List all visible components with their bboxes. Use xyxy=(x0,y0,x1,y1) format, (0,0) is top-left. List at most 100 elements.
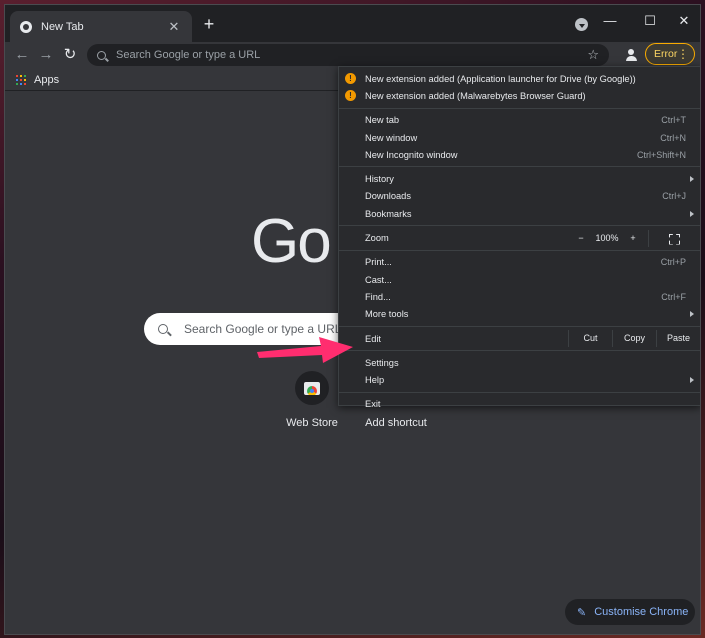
cut-button[interactable]: Cut xyxy=(568,330,612,347)
menu-divider xyxy=(339,225,700,227)
menu-item-label: New extension added (Application launche… xyxy=(365,73,636,84)
menu-item-bookmarks[interactable]: Bookmarks xyxy=(339,205,700,222)
paste-button[interactable]: Paste xyxy=(656,330,700,347)
menu-item-label: New extension added (Malwarebytes Browse… xyxy=(365,90,586,101)
apps-grid-dot xyxy=(20,83,22,85)
menu-item-label: More tools xyxy=(365,309,409,320)
google-logo: Go xyxy=(251,207,332,276)
apps-grid-icon xyxy=(16,75,26,85)
shortcut-label: Add shortcut xyxy=(365,417,427,429)
apps-grid-dot xyxy=(20,79,22,81)
reload-button[interactable]: ↻ xyxy=(59,44,81,66)
submenu-arrow-icon xyxy=(690,210,694,217)
menu-item-label: Downloads xyxy=(365,191,411,202)
menu-item-label: Print... xyxy=(365,257,392,268)
menu-item-downloads[interactable]: Downloads Ctrl+J xyxy=(339,188,700,205)
menu-item-label: Find... xyxy=(365,291,391,302)
menu-shortcut: Ctrl+F xyxy=(661,291,686,302)
omnibox-input[interactable] xyxy=(116,49,588,61)
menu-item-label: History xyxy=(365,174,394,185)
menu-item-label: Cast... xyxy=(365,274,392,285)
menu-item-label: New tab xyxy=(365,115,400,126)
back-button[interactable]: ← xyxy=(11,44,33,66)
menu-item-zoom: Zoom − 100% + xyxy=(339,229,700,247)
apps-grid-dot xyxy=(20,75,22,77)
menu-item-print[interactable]: Print... Ctrl+P xyxy=(339,254,700,271)
error-label: Error xyxy=(654,48,678,60)
menu-item-help[interactable]: Help xyxy=(339,371,700,388)
close-window-button[interactable]: ✕ xyxy=(667,10,700,32)
apps-grid-dot xyxy=(24,79,26,81)
menu-item-label: Exit xyxy=(365,399,381,410)
search-icon xyxy=(158,324,168,334)
apps-grid-dot xyxy=(24,83,26,85)
menu-shortcut: Ctrl+P xyxy=(660,257,686,268)
new-tab-button[interactable]: + xyxy=(199,15,219,35)
menu-shortcut: Ctrl+Shift+N xyxy=(636,149,686,160)
menu-shortcut: Ctrl+N xyxy=(660,132,686,143)
menu-divider xyxy=(339,325,700,327)
menu-item-find[interactable]: Find... Ctrl+F xyxy=(339,288,700,305)
customise-label: Customise Chrome xyxy=(594,606,689,618)
profile-icon[interactable] xyxy=(621,45,641,65)
warning-icon: ! xyxy=(345,73,356,84)
menu-item-exit[interactable]: Exit xyxy=(339,396,700,413)
menu-item-label: Help xyxy=(365,375,385,386)
menu-item-edit: Edit Cut Copy Paste xyxy=(339,330,700,347)
bookmark-star-icon[interactable]: ☆ xyxy=(587,47,599,63)
tab-search-icon[interactable] xyxy=(575,18,588,31)
menu-item-label: Bookmarks xyxy=(365,208,412,219)
edit-controls: Cut Copy Paste xyxy=(568,330,700,347)
menu-shortcut: Ctrl+J xyxy=(662,191,686,202)
chrome-menu-error-button[interactable]: Error ⋮ xyxy=(645,43,695,65)
shortcut-web-store[interactable]: Web Store xyxy=(277,371,347,429)
submenu-arrow-icon xyxy=(690,377,694,384)
customise-chrome-button[interactable]: ✎ Customise Chrome xyxy=(565,599,695,625)
apps-grid-dot xyxy=(24,75,26,77)
pencil-icon: ✎ xyxy=(577,606,587,619)
shortcut-label: Web Store xyxy=(286,417,338,429)
zoom-out-button[interactable]: − xyxy=(570,233,592,243)
menu-divider xyxy=(339,107,700,109)
apps-bookmark[interactable]: Apps xyxy=(34,74,59,86)
tab-title: New Tab xyxy=(41,20,84,33)
menu-item-new-tab[interactable]: New tab Ctrl+T xyxy=(339,112,700,129)
menu-item-label: New window xyxy=(365,132,418,143)
forward-button[interactable]: → xyxy=(35,44,57,66)
tab-new-tab[interactable]: New Tab ✕ xyxy=(10,11,192,42)
menu-item-label: Settings xyxy=(365,357,399,368)
menu-shortcut: Ctrl+T xyxy=(661,115,686,126)
menu-item-settings[interactable]: Settings xyxy=(339,354,700,371)
zoom-in-button[interactable]: + xyxy=(622,233,644,243)
warning-icon: ! xyxy=(345,90,356,102)
menu-item-label: Zoom xyxy=(365,233,389,244)
maximize-button[interactable]: ☐ xyxy=(633,10,667,32)
kebab-menu-icon: ⋮ xyxy=(677,47,689,61)
chrome-favicon-icon xyxy=(20,20,32,33)
menu-item-more-tools[interactable]: More tools xyxy=(339,306,700,323)
tab-close-icon[interactable]: ✕ xyxy=(166,19,182,35)
submenu-arrow-icon xyxy=(690,311,694,318)
menu-item-new-window[interactable]: New window Ctrl+N xyxy=(339,129,700,146)
webstore-icon xyxy=(295,371,329,405)
fullscreen-icon[interactable] xyxy=(648,229,700,247)
minimize-button[interactable]: — xyxy=(593,10,627,32)
apps-grid-dot xyxy=(16,79,18,81)
menu-item-cast[interactable]: Cast... xyxy=(339,271,700,288)
zoom-controls: − 100% + xyxy=(570,229,700,247)
menu-item-label: Edit xyxy=(365,333,382,344)
menu-notice-extension[interactable]: ! New extension added (Malwarebytes Brow… xyxy=(339,87,700,104)
menu-divider xyxy=(339,350,700,352)
tab-strip: New Tab ✕ + — ☐ ✕ xyxy=(5,5,700,42)
copy-button[interactable]: Copy xyxy=(612,330,656,347)
chrome-main-menu: ! New extension added (Application launc… xyxy=(338,66,700,409)
menu-item-new-incognito-window[interactable]: New Incognito window Ctrl+Shift+N xyxy=(339,146,700,163)
apps-grid-dot xyxy=(16,83,18,85)
menu-item-history[interactable]: History xyxy=(339,170,700,187)
menu-divider xyxy=(339,166,700,168)
omnibox[interactable]: ☆ xyxy=(87,44,609,66)
menu-notice-extension[interactable]: ! New extension added (Application launc… xyxy=(339,70,700,87)
menu-item-label: New Incognito window xyxy=(365,149,458,160)
submenu-arrow-icon xyxy=(690,176,694,183)
search-icon xyxy=(97,50,106,60)
